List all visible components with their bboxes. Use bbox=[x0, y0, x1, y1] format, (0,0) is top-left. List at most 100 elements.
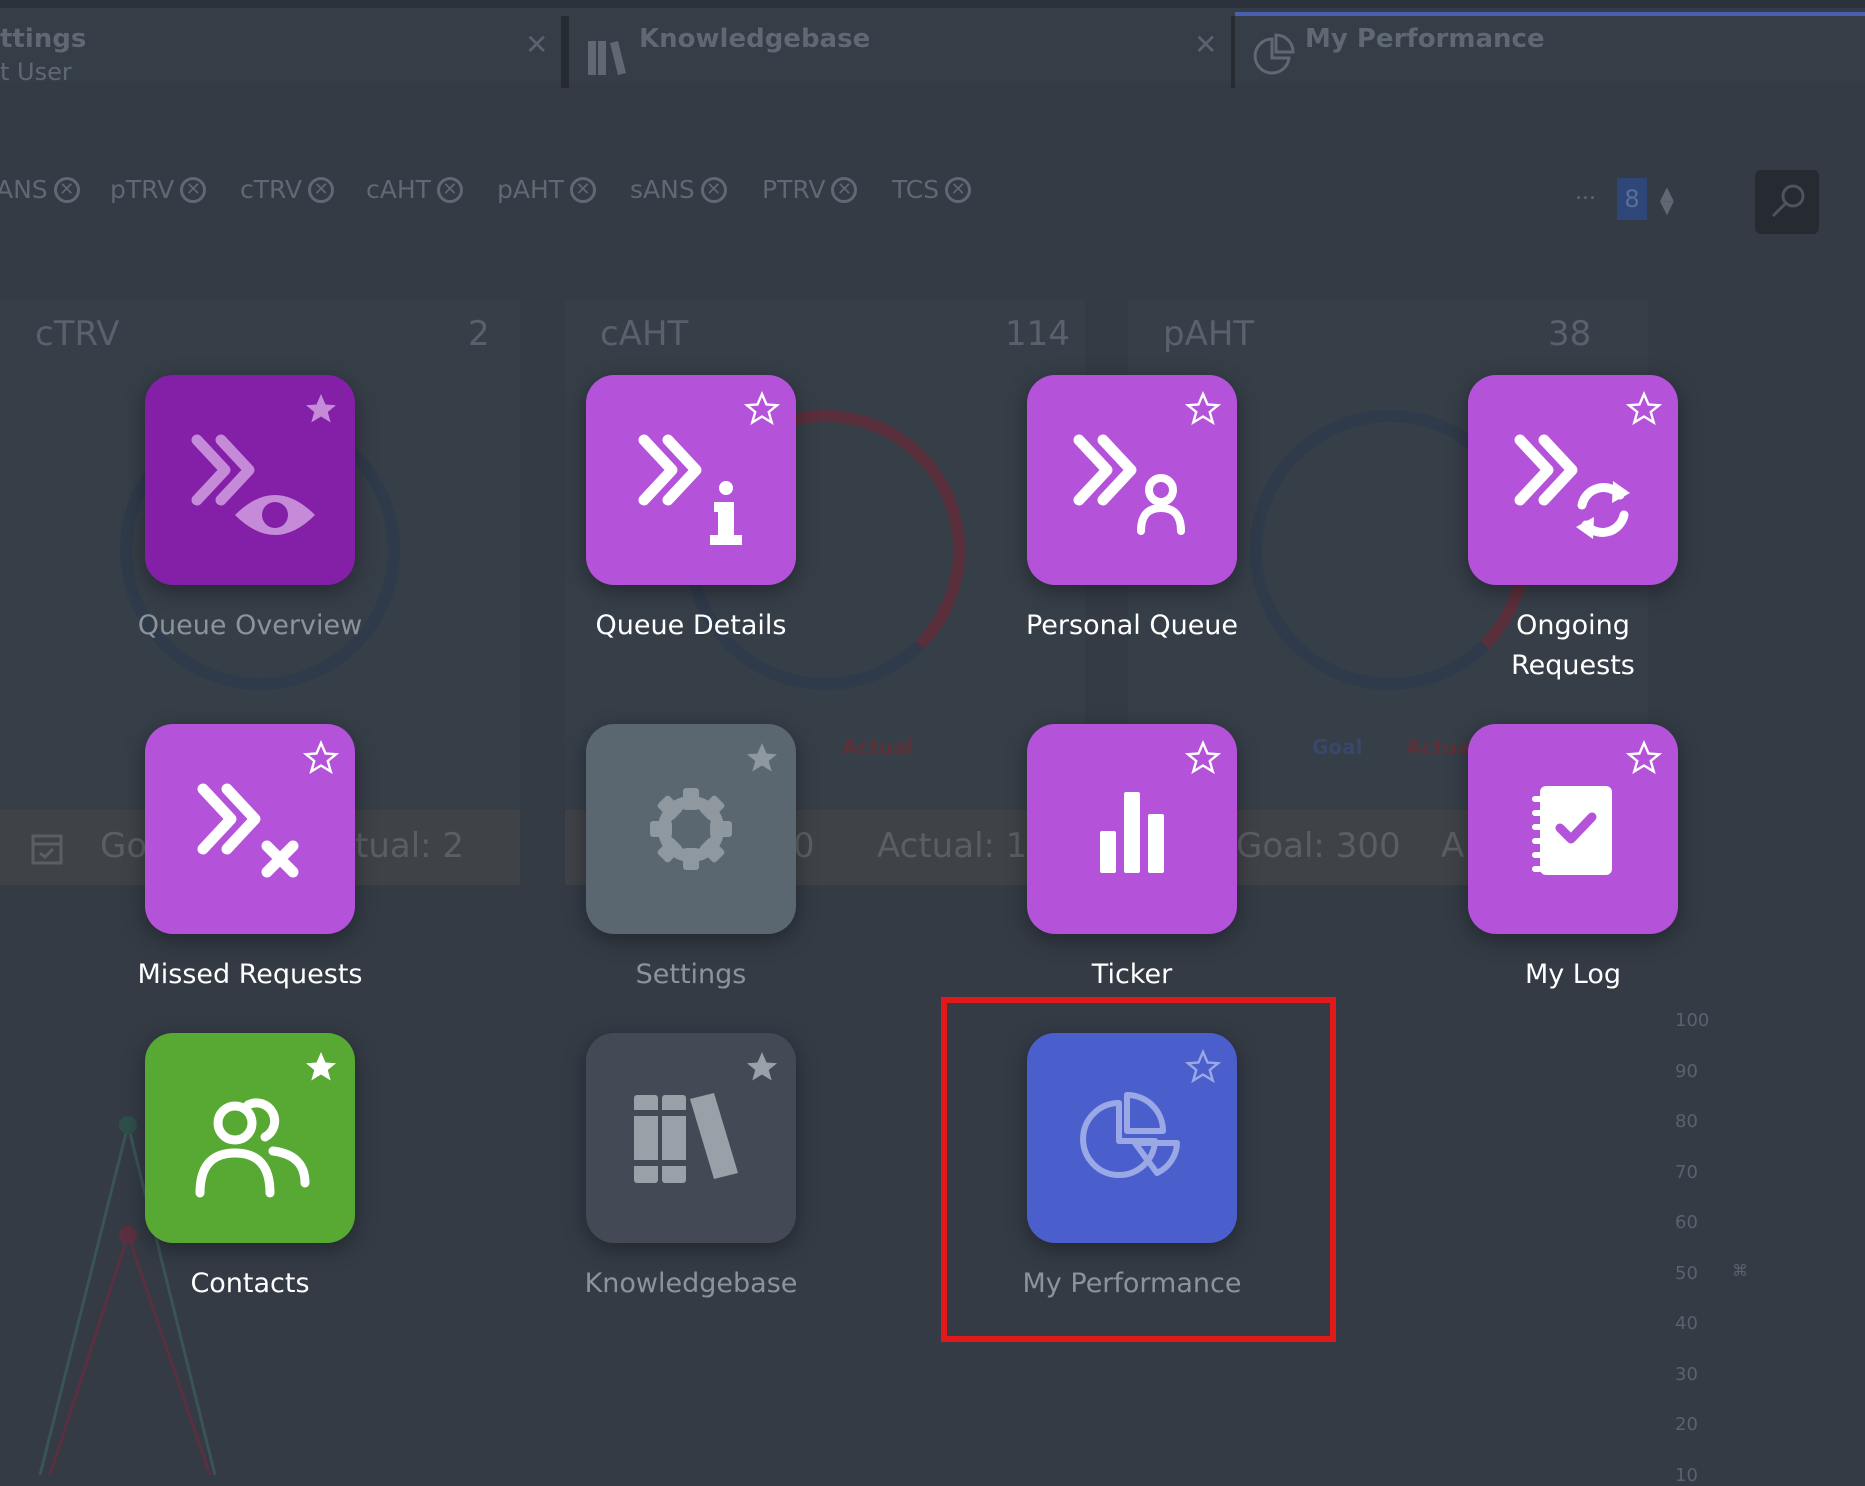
key-icon bbox=[1771, 184, 1805, 218]
app-label: Ongoing Requests bbox=[1403, 606, 1743, 686]
favorite-star-icon[interactable] bbox=[1626, 391, 1662, 427]
axis-tick-label: 10 bbox=[1675, 1464, 1698, 1486]
remove-chip-icon[interactable]: ✕ bbox=[53, 176, 80, 203]
app-label: Settings bbox=[635, 959, 747, 990]
app-tile-ticker[interactable] bbox=[1027, 724, 1237, 934]
page-number-input[interactable]: 8 bbox=[1617, 178, 1647, 220]
filter-chip[interactable]: cAHT ✕ bbox=[366, 175, 463, 204]
chart-point bbox=[119, 1226, 137, 1244]
axis-tick-label: 30 bbox=[1675, 1363, 1698, 1385]
goal-text: Goal: 300 bbox=[1236, 826, 1401, 866]
favorite-star-icon[interactable] bbox=[1185, 391, 1221, 427]
chart-point bbox=[119, 1116, 137, 1134]
actual-text: Actual: 11 bbox=[877, 826, 1050, 866]
tab-settings[interactable]: ttings t User ✕ bbox=[0, 16, 565, 88]
gauge-label: Goal bbox=[1312, 735, 1363, 759]
app-tile-queue-overview[interactable] bbox=[145, 375, 355, 585]
axis-tick-label: 40 bbox=[1675, 1313, 1698, 1334]
card-title: cAHT bbox=[600, 314, 689, 354]
axis-tick-label: 80 bbox=[1675, 1111, 1698, 1132]
app-tile-settings[interactable] bbox=[586, 724, 796, 934]
favorite-star-icon[interactable] bbox=[744, 1049, 780, 1085]
chip-label: cAHT bbox=[366, 175, 431, 204]
favorite-star-icon[interactable] bbox=[744, 391, 780, 427]
card-value: 2 bbox=[468, 314, 490, 354]
chip-label: cTRV bbox=[240, 175, 303, 204]
goal-text: 0 bbox=[793, 826, 815, 866]
tab-my-performance[interactable]: My Performance bbox=[1235, 12, 1865, 84]
app-label: Queue Overview bbox=[137, 610, 363, 641]
tab-bar: ttings t User ✕ Knowledgebase ✕ My Perfo… bbox=[0, 0, 1865, 88]
close-tab-icon[interactable]: ✕ bbox=[1194, 28, 1217, 61]
app-label: My Log bbox=[1524, 959, 1622, 990]
actual-text: A bbox=[1441, 826, 1465, 866]
favorite-star-icon[interactable] bbox=[1626, 740, 1662, 776]
chip-label: ANS bbox=[0, 175, 48, 204]
calendar-icon bbox=[31, 834, 63, 865]
app-tile-ongoing-requests[interactable] bbox=[1468, 375, 1678, 585]
gauge-label: Actua bbox=[1406, 735, 1471, 759]
chip-label: PTRV bbox=[762, 175, 826, 204]
app-tile-contacts[interactable] bbox=[145, 1033, 355, 1243]
app-tile-my-log[interactable] bbox=[1468, 724, 1678, 934]
axis-tick-label: 60 bbox=[1675, 1212, 1698, 1233]
filter-chip[interactable]: pAHT ✕ bbox=[497, 175, 597, 204]
favorite-star-icon[interactable] bbox=[303, 740, 339, 776]
chip-label: sANS bbox=[630, 175, 695, 204]
filter-chip[interactable]: PTRV ✕ bbox=[762, 175, 858, 204]
filter-chip[interactable]: cTRV ✕ bbox=[240, 175, 335, 204]
remove-chip-icon[interactable]: ✕ bbox=[945, 176, 972, 203]
tab-knowledgebase[interactable]: Knowledgebase ✕ bbox=[565, 16, 1235, 88]
favorite-star-icon[interactable] bbox=[303, 1049, 339, 1085]
app-tile-queue-details[interactable] bbox=[586, 375, 796, 585]
pager-ellipsis: ... bbox=[1575, 180, 1596, 205]
app-tile-missed-requests[interactable] bbox=[145, 724, 355, 934]
remove-chip-icon[interactable]: ✕ bbox=[436, 176, 463, 203]
tab-title: ttings bbox=[0, 24, 87, 54]
books-icon bbox=[588, 41, 626, 75]
card-title: pAHT bbox=[1163, 314, 1255, 354]
chip-label: pTRV bbox=[110, 175, 175, 204]
remove-chip-icon[interactable]: ✕ bbox=[180, 176, 207, 203]
pie-chart-icon bbox=[1253, 33, 1295, 75]
card-value: 114 bbox=[1005, 314, 1070, 354]
app-label: Knowledgebase bbox=[584, 1268, 798, 1299]
tab-title: Knowledgebase bbox=[639, 24, 871, 54]
app-tile-knowledgebase[interactable] bbox=[586, 1033, 796, 1243]
chip-label: TCS bbox=[892, 175, 940, 204]
remove-chip-icon[interactable]: ✕ bbox=[308, 176, 335, 203]
tab-title: My Performance bbox=[1305, 24, 1545, 54]
favorite-star-icon[interactable] bbox=[744, 740, 780, 776]
command-icon: ⌘ bbox=[1732, 1261, 1748, 1280]
svg-text:⌘: ⌘ bbox=[1732, 1261, 1748, 1280]
key-button[interactable] bbox=[1755, 170, 1819, 234]
favorite-star-icon[interactable] bbox=[1185, 740, 1221, 776]
axis-tick-label: 50 bbox=[1675, 1262, 1698, 1284]
axis-tick-label: 90 bbox=[1675, 1060, 1698, 1082]
filter-chip[interactable]: ANS ✕ bbox=[0, 175, 80, 204]
chip-label: pAHT bbox=[497, 175, 565, 204]
filter-chip[interactable]: TCS ✕ bbox=[892, 175, 972, 204]
app-tile-personal-queue[interactable] bbox=[1027, 375, 1237, 585]
card-value: 38 bbox=[1548, 314, 1592, 354]
gauge-label: Actual bbox=[842, 735, 914, 759]
axis-tick-label: 100 bbox=[1675, 1010, 1710, 1031]
app-label-text: Ongoing Requests bbox=[1511, 610, 1635, 681]
app-label: Personal Queue bbox=[1025, 610, 1239, 641]
remove-chip-icon[interactable]: ✕ bbox=[700, 176, 727, 203]
remove-chip-icon[interactable]: ✕ bbox=[570, 176, 597, 203]
app-label: Missed Requests bbox=[137, 959, 363, 990]
app-label: Contacts bbox=[190, 1268, 310, 1299]
tab-subtitle: t User bbox=[0, 58, 72, 86]
close-tab-icon[interactable]: ✕ bbox=[525, 28, 548, 61]
goal-text: Go bbox=[100, 826, 148, 866]
favorite-star-icon[interactable] bbox=[303, 391, 339, 427]
filter-chip[interactable]: pTRV ✕ bbox=[110, 175, 207, 204]
actual-text: tual: 2 bbox=[355, 826, 465, 866]
filter-chip[interactable]: sANS ✕ bbox=[630, 175, 727, 204]
app-label: Ticker bbox=[1091, 959, 1173, 990]
axis-tick-label: 20 bbox=[1675, 1414, 1698, 1435]
app-label: Queue Details bbox=[595, 610, 787, 641]
page-stepper-icon[interactable]: ▲ ▼ bbox=[1660, 185, 1674, 217]
remove-chip-icon[interactable]: ✕ bbox=[831, 176, 858, 203]
